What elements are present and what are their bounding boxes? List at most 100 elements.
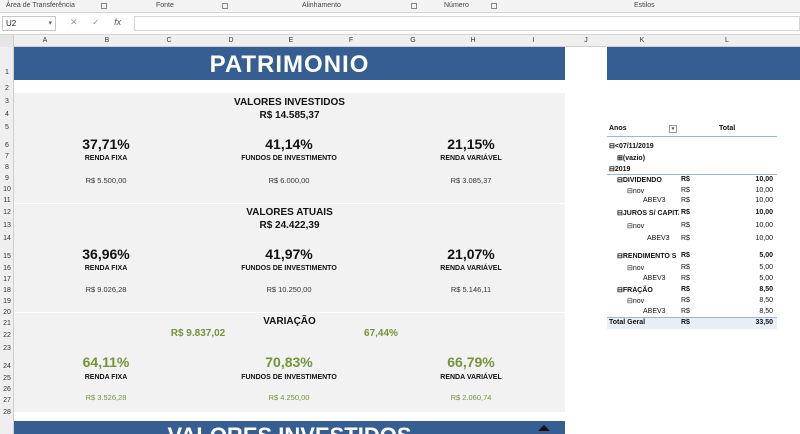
row-header[interactable]: 25: [0, 375, 14, 382]
pivot-row[interactable]: ⊟JUROS S/ CAPITALR$ 10,00: [607, 208, 777, 218]
row-header[interactable]: 20: [0, 309, 14, 316]
label-renda-fixa: RENDA FIXA: [84, 374, 128, 381]
row-header[interactable]: 23: [0, 345, 14, 352]
panel-total: R$ 14.585,37: [259, 110, 320, 121]
row-header[interactable]: 24: [0, 363, 14, 370]
pivot-row-currency: R$: [681, 222, 690, 229]
pivot-row[interactable]: ⊟FRAÇÃO R$ 8,50: [607, 285, 777, 295]
label-renda-fixa: RENDA FIXA: [84, 155, 128, 162]
row-header[interactable]: 28: [0, 409, 14, 416]
pivot-row[interactable]: ⊟DIVIDENDO R$ 10,00: [607, 175, 777, 185]
row-header[interactable]: 7: [0, 153, 14, 160]
label-fundos: FUNDOS DE INVESTIMENTO: [241, 155, 337, 162]
alignment-launcher-icon[interactable]: ›: [411, 3, 417, 9]
pivot-row-label: ⊟nov: [627, 298, 645, 305]
pivot-row[interactable]: ⊟nov R$ 8,50: [607, 296, 777, 306]
row-header[interactable]: 18: [0, 287, 14, 294]
pivot-row-currency: R$: [681, 235, 690, 242]
row-header[interactable]: 5: [0, 124, 14, 131]
row-header[interactable]: 14: [0, 235, 14, 242]
row-header[interactable]: 6: [0, 142, 14, 149]
pivot-row[interactable]: ⊟nov R$ 10,00: [607, 186, 777, 196]
formula-input[interactable]: [134, 16, 800, 31]
enter-icon[interactable]: ✓: [92, 17, 100, 27]
row-header[interactable]: 3: [0, 98, 14, 105]
pivot-row-value: 10,00: [755, 197, 773, 204]
amount-renda-variavel: R$ 3.085,37: [450, 176, 492, 185]
pivot-row-label: ⊟nov: [627, 188, 645, 195]
column-header-i[interactable]: I: [502, 37, 565, 44]
row-header[interactable]: 19: [0, 298, 14, 305]
row-header[interactable]: 16: [0, 265, 14, 272]
pivot-header-anos: Anos: [609, 125, 627, 132]
column-header-j[interactable]: J: [565, 37, 607, 44]
row-header[interactable]: 8: [0, 164, 14, 171]
row-header[interactable]: 27: [0, 397, 14, 404]
cancel-icon[interactable]: ✕: [70, 17, 78, 27]
amount-fundos: R$ 4.250,00: [268, 393, 310, 402]
ribbon-group-styles: Estilos: [634, 2, 655, 9]
pivot-row-label: ABEV3: [647, 235, 670, 242]
fx-icon[interactable]: fx: [114, 17, 121, 27]
font-launcher-icon[interactable]: ›: [222, 3, 228, 9]
name-box[interactable]: U2 ▾: [2, 16, 56, 31]
label-renda-fixa: RENDA FIXA: [84, 265, 128, 272]
pct-renda-variavel: 21,15%: [447, 136, 495, 152]
column-header-c[interactable]: C: [138, 37, 200, 44]
row-header[interactable]: 1: [0, 69, 14, 76]
pivot-row-label: Total Geral: [609, 319, 646, 326]
clipboard-launcher-icon[interactable]: ›: [101, 3, 107, 9]
pivot-row-label: ⊞(vazio): [617, 155, 646, 162]
row-header[interactable]: 11: [0, 197, 14, 204]
number-launcher-icon[interactable]: ›: [491, 3, 497, 9]
row-header[interactable]: 21: [0, 320, 14, 327]
select-all-corner[interactable]: [0, 35, 14, 47]
row-header[interactable]: 13: [0, 222, 14, 229]
pivot-row[interactable]: ⊞(vazio): [607, 153, 777, 163]
filter-dropdown-icon[interactable]: ▾: [669, 125, 677, 133]
column-header-a[interactable]: A: [14, 37, 76, 44]
pivot-row[interactable]: ⊟RENDIMENTO S R$ 5,00: [607, 251, 777, 261]
column-header-g[interactable]: G: [382, 37, 444, 44]
dashboard-title: PATRIMONIO: [14, 47, 565, 80]
pivot-header-total: Total: [719, 125, 736, 132]
column-header-e[interactable]: E: [262, 37, 320, 44]
row-headers: 1 2 3 4 5 6 7 8 9 10 11 12 13 14 15 16 1…: [0, 47, 14, 434]
row-header[interactable]: 15: [0, 253, 14, 260]
pivot-row[interactable]: ⊟nov R$ 10,00: [607, 221, 777, 231]
pivot-row[interactable]: ABEV3 R$ 8,50: [607, 307, 777, 317]
row-header[interactable]: 12: [0, 209, 14, 216]
triangle-shape-icon[interactable]: [538, 425, 550, 431]
amount-fundos: R$ 10.250,00: [266, 285, 312, 294]
panel-variacao: VARIAÇÃO R$ 9.837,02 67,44% 64,11% RENDA…: [14, 313, 565, 412]
row-header[interactable]: 4: [0, 111, 14, 118]
pct-fundos: 41,14%: [265, 136, 313, 152]
pivot-row[interactable]: ⊟<07/11/2019: [607, 141, 777, 151]
pivot-grand-total[interactable]: Total Geral R$ 33,50: [607, 318, 777, 328]
pivot-row-label: ⊟RENDIMENTO S: [617, 253, 677, 260]
row-header[interactable]: 2: [0, 85, 14, 92]
pivot-row[interactable]: ABEV3 R$ 10,00: [607, 196, 777, 206]
row-header[interactable]: 10: [0, 186, 14, 193]
pivot-row[interactable]: ABEV3 R$ 10,00: [607, 234, 777, 244]
column-header-b[interactable]: B: [76, 37, 138, 44]
row-header[interactable]: 9: [0, 175, 14, 182]
column-header-h[interactable]: H: [444, 37, 502, 44]
chevron-down-icon[interactable]: ▾: [48, 19, 52, 27]
pivot-row[interactable]: ⊟2019: [607, 164, 777, 174]
column-header-f[interactable]: F: [320, 37, 382, 44]
pivot-row[interactable]: ABEV3 R$ 5,00: [607, 274, 777, 284]
pivot-row-currency: R$: [681, 176, 690, 183]
pivot-header: Anos ▾ Total: [607, 124, 777, 134]
pivot-row-value: 10,00: [755, 176, 773, 183]
column-header-d[interactable]: D: [200, 37, 262, 44]
column-gap: [565, 47, 607, 80]
ribbon-group-labels: Área de Transferência › Fonte › Alinhame…: [0, 0, 800, 13]
column-header-k[interactable]: K: [607, 37, 677, 44]
row-header[interactable]: 17: [0, 276, 14, 283]
row-header[interactable]: 26: [0, 386, 14, 393]
row-header[interactable]: 22: [0, 332, 14, 339]
pivot-row[interactable]: ⊟nov R$ 5,00: [607, 263, 777, 273]
formula-bar: U2 ▾ ✕ ✓ fx: [0, 13, 800, 35]
column-header-l[interactable]: L: [677, 37, 777, 44]
